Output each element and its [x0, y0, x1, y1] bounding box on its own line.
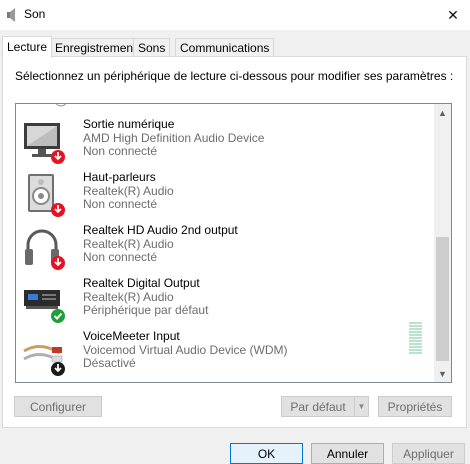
- tab-strip: Lecture Enregistrement Sons Communicatio…: [0, 36, 470, 58]
- configure-button[interactable]: Configurer: [14, 396, 102, 417]
- device-status: Non connecté: [83, 197, 158, 211]
- digital-output-icon: [24, 290, 65, 323]
- instruction-text: Sélectionnez un périphérique de lecture …: [15, 69, 454, 83]
- device-name: Realtek HD Audio 2nd output: [83, 223, 238, 237]
- scrolled-device-icon: [55, 104, 67, 107]
- tab-communications[interactable]: Communications: [175, 38, 275, 57]
- chevron-down-icon: ▼: [357, 402, 366, 411]
- device-driver: Realtek(R) Audio: [83, 237, 174, 251]
- scroll-down-arrow-icon[interactable]: ▼: [434, 365, 451, 382]
- device-driver: AMD High Definition Audio Device: [83, 131, 265, 145]
- scroll-thumb[interactable]: [436, 237, 449, 361]
- set-default-dropdown[interactable]: ▼: [354, 396, 369, 417]
- device-item[interactable]: VoiceMeeter Input Voicemod Virtual Audio…: [20, 329, 420, 379]
- ok-button[interactable]: OK: [230, 443, 303, 464]
- rca-cable-icon: [23, 345, 65, 376]
- tab-sons[interactable]: Sons: [133, 38, 171, 57]
- device-status: Non connecté: [83, 144, 158, 158]
- device-name: Sortie numérique: [83, 117, 175, 131]
- device-driver: Voicemod Virtual Audio Device (WDM): [83, 343, 288, 357]
- cancel-button[interactable]: Annuler: [311, 443, 384, 464]
- vertical-scrollbar[interactable]: ▲ ▼: [434, 104, 451, 382]
- device-list[interactable]: Sortie numérique AMD High Definition Aud…: [15, 103, 452, 383]
- speaker-app-icon: [7, 8, 15, 22]
- tab-panel: Sélectionnez un périphérique de lecture …: [2, 56, 467, 428]
- device-status: Périphérique par défaut: [83, 303, 209, 317]
- device-driver: Realtek(R) Audio: [83, 290, 174, 304]
- device-item[interactable]: Realtek Digital Output Realtek(R) Audio …: [20, 276, 420, 326]
- window-title: Son: [24, 7, 46, 21]
- device-item[interactable]: Realtek HD Audio 2nd output Realtek(R) A…: [20, 223, 420, 273]
- device-driver: Realtek(R) Audio: [83, 184, 174, 198]
- speaker-icon: [28, 174, 65, 217]
- device-name: Realtek Digital Output: [83, 276, 200, 290]
- device-name: Haut-parleurs: [83, 170, 156, 184]
- title-bar: Son ✕: [0, 0, 470, 30]
- device-name: VoiceMeeter Input: [83, 329, 180, 343]
- apply-button[interactable]: Appliquer: [392, 443, 465, 464]
- tab-enregistrement[interactable]: Enregistrement: [50, 38, 142, 57]
- headphones-icon: [25, 229, 65, 270]
- close-button[interactable]: ✕: [436, 0, 470, 30]
- scroll-up-arrow-icon[interactable]: ▲: [434, 104, 451, 121]
- set-default-button[interactable]: Par défaut: [281, 396, 355, 417]
- device-status: Désactivé: [83, 356, 136, 370]
- device-item[interactable]: Haut-parleurs Realtek(R) Audio Non conne…: [20, 170, 420, 220]
- tab-lecture[interactable]: Lecture: [2, 36, 53, 58]
- volume-level-meter: [409, 322, 422, 356]
- monitor-icon: [24, 123, 65, 164]
- device-item[interactable]: Sortie numérique AMD High Definition Aud…: [20, 117, 420, 167]
- device-status: Non connecté: [83, 250, 158, 264]
- properties-button[interactable]: Propriétés: [378, 396, 452, 417]
